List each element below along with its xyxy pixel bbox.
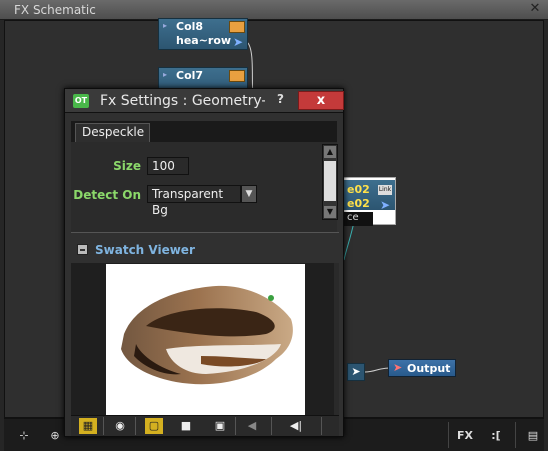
node-right-line1: e02	[347, 183, 370, 196]
black-bg-icon[interactable]: ■	[177, 418, 195, 434]
detect-on-label: Detect On	[73, 188, 141, 202]
checker-bg-icon[interactable]: ▣	[211, 418, 229, 434]
fit-icon[interactable]: ⊹	[16, 428, 32, 444]
node-right[interactable]: e02 e02 Link ➤ ce	[336, 177, 396, 226]
fx-settings-dialog: OT Fx Settings : Geometry-... ? x Despec…	[64, 88, 344, 437]
first-frame-icon[interactable]: ◀|	[287, 418, 305, 434]
node-expand-icon[interactable]: ▸	[163, 70, 167, 79]
panel-icon[interactable]: ▤	[525, 428, 541, 444]
output-port-icon[interactable]: ➤	[380, 198, 390, 212]
close-button[interactable]: x	[298, 91, 344, 110]
zoom-plus-icon[interactable]: ⊕	[48, 428, 62, 444]
swatch-toggle-checkbox[interactable]	[77, 244, 88, 255]
size-label: Size	[113, 159, 141, 173]
prev-frame-icon[interactable]: ◀	[243, 418, 261, 434]
node-name: Col8	[176, 20, 204, 33]
output-port-icon[interactable]: ➤	[233, 35, 243, 49]
output-node[interactable]: ➤ Output	[388, 359, 456, 377]
node-toggle-icons[interactable]	[229, 21, 245, 33]
size-field[interactable]: 100	[147, 157, 189, 175]
wire-output	[364, 367, 391, 373]
swatch-toolbar: ▦ ◉ ▢ ■ ▣ ◀ ◀|	[71, 415, 339, 436]
link-badge[interactable]: Link	[378, 185, 392, 195]
swatch-viewer[interactable]	[71, 263, 339, 415]
scroll-down-icon[interactable]: ▼	[324, 206, 336, 218]
toolbar-divider	[135, 417, 136, 435]
divider	[71, 232, 339, 233]
swatch-preview-image	[106, 264, 305, 415]
node-toggle-icons[interactable]	[229, 70, 245, 82]
toggle-mode-button[interactable]: :[	[488, 428, 504, 444]
scroll-thumb[interactable]	[324, 161, 336, 201]
output-label: Output	[407, 362, 451, 375]
swatch-viewer-title: Swatch Viewer	[95, 243, 195, 257]
detect-on-select[interactable]: Transparent Bg	[147, 185, 241, 217]
toolbar-divider	[235, 417, 236, 435]
node-right-body: e02 e02 Link ➤	[337, 180, 395, 212]
xsheet-port-icon[interactable]: ➤	[347, 363, 365, 381]
toolbar-divider	[515, 422, 516, 448]
node-subname: hea~row	[176, 34, 232, 47]
output-input-icon: ➤	[393, 361, 403, 374]
app-logo-icon: OT	[73, 94, 89, 108]
eye-icon[interactable]: ◉	[111, 418, 129, 434]
dialog-title: Fx Settings : Geometry-...	[100, 93, 265, 109]
swatch-header: Swatch Viewer	[77, 243, 327, 259]
tab-despeckle[interactable]: Despeckle	[75, 123, 150, 142]
node-col8[interactable]: ▸ Col8 hea~row ➤	[158, 18, 248, 50]
toolbar-divider	[448, 422, 449, 448]
wire-right-node	[343, 221, 355, 261]
chevron-down-icon[interactable]: ▼	[241, 185, 257, 203]
swatch-scrollbar[interactable]	[334, 263, 339, 415]
toolbar-divider	[321, 417, 322, 435]
node-expand-icon[interactable]: ▸	[163, 21, 167, 30]
app-root: FX Schematic ✕ ▸ Col8 hea~row ➤ ▸ Col7 e…	[0, 0, 548, 451]
node-right-line2: e02	[347, 197, 370, 210]
checkerboard-icon[interactable]: ▦	[79, 418, 97, 434]
node-name: Col7	[176, 69, 204, 82]
tab-bar: Despeckle	[71, 121, 337, 142]
dialog-titlebar[interactable]: OT Fx Settings : Geometry-... ? x	[65, 89, 344, 113]
fx-toggle-button[interactable]: FX	[455, 428, 475, 444]
toolbar-divider	[271, 417, 272, 435]
help-button[interactable]: ?	[277, 92, 289, 106]
scroll-up-icon[interactable]: ▲	[324, 146, 336, 158]
white-bg-icon[interactable]: ▢	[145, 418, 163, 434]
swatch-preview-graphic	[121, 285, 293, 385]
settings-scrollbar[interactable]: ▲ ▼	[322, 144, 338, 220]
toolbar-divider	[103, 417, 104, 435]
